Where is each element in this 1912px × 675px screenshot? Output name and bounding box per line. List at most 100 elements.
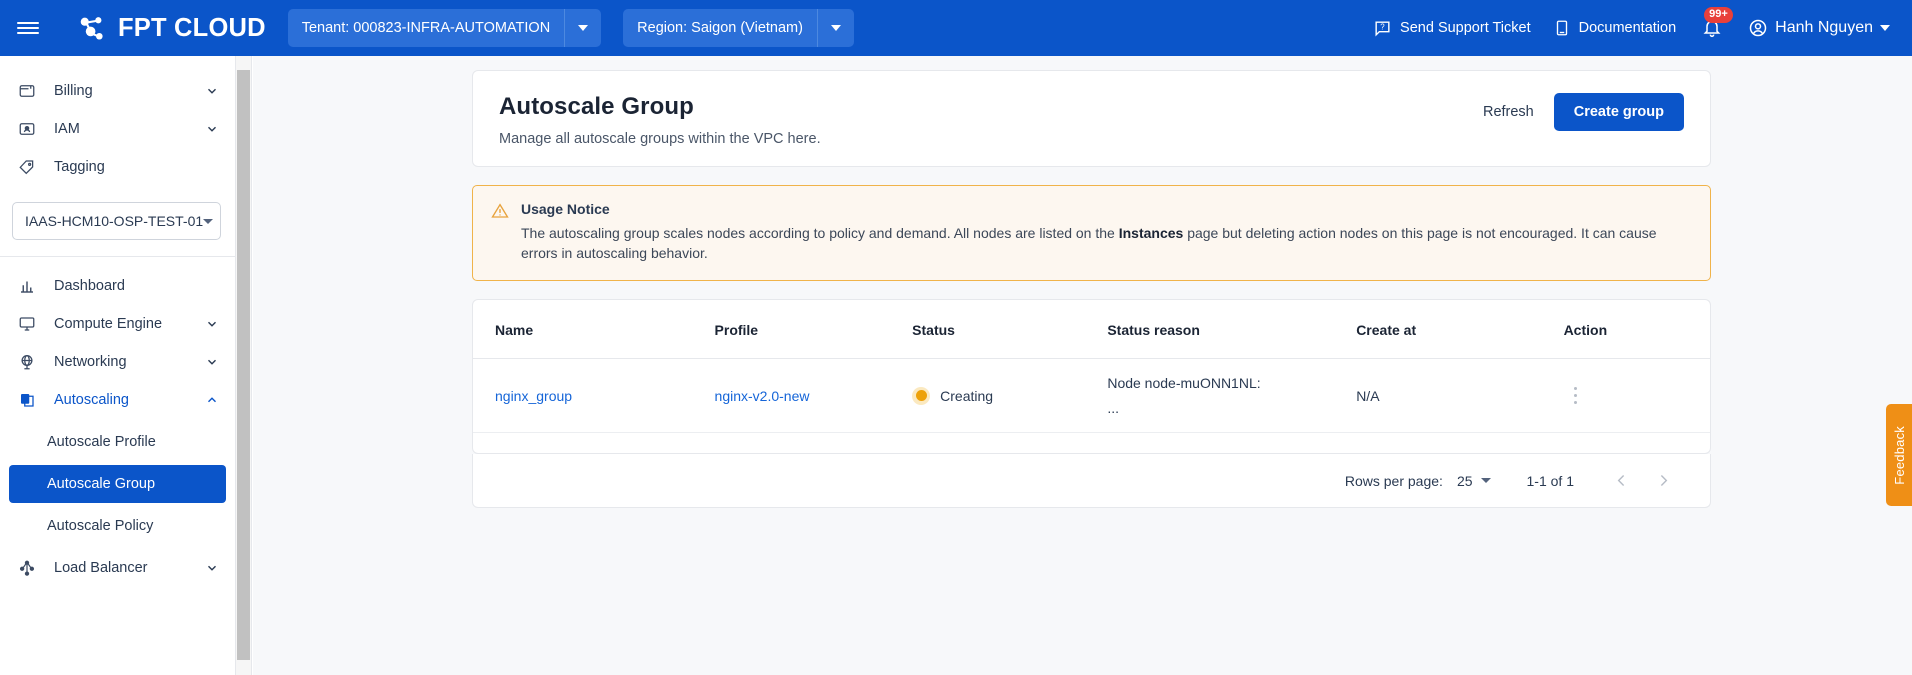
load-balancer-icon (18, 558, 40, 578)
column-header-name: Name (473, 300, 715, 359)
chevron-up-icon (205, 393, 219, 407)
tag-icon (18, 157, 40, 177)
feedback-tab-button[interactable]: Feedback (1886, 404, 1912, 506)
notification-count-badge: 99+ (1704, 7, 1733, 23)
top-header-bar: FPT CLOUD Tenant: 000823-INFRA-AUTOMATIO… (0, 0, 1912, 56)
status-label: Creating (940, 388, 993, 404)
documentation-button[interactable]: Documentation (1553, 19, 1677, 37)
profile-link[interactable]: nginx-v2.0-new (715, 388, 810, 404)
sidebar-item-autoscale-group[interactable]: Autoscale Group (9, 465, 226, 503)
next-page-button[interactable] (1642, 460, 1684, 502)
dashboard-icon (18, 276, 40, 296)
refresh-button[interactable]: Refresh (1479, 98, 1538, 126)
chevron-right-icon (1655, 472, 1672, 489)
cell-status-reason: Node node-muONN1NL: ... (1107, 359, 1356, 433)
sidebar-item-label: Billing (54, 83, 205, 99)
brand-logo[interactable]: FPT CLOUD (78, 13, 266, 44)
documentation-label: Documentation (1579, 20, 1677, 36)
support-question-icon: ? (1373, 19, 1392, 38)
sidebar-item-autoscaling[interactable]: Autoscaling (0, 381, 235, 419)
fpt-cloud-logo-icon (78, 13, 109, 44)
previous-page-button[interactable] (1600, 460, 1642, 502)
chevron-left-icon (1613, 472, 1630, 489)
svg-text:?: ? (1380, 22, 1385, 31)
table-row: nginx_group nginx-v2.0-new Creating Node… (473, 359, 1710, 433)
user-avatar-icon (1748, 18, 1768, 38)
group-name-link[interactable]: nginx_group (495, 388, 572, 404)
column-header-status-reason: Status reason (1107, 300, 1356, 359)
sidebar-item-billing[interactable]: Billing (0, 72, 235, 110)
sidebar-item-label: IAM (54, 121, 205, 137)
sidebar-item-iam[interactable]: IAM (0, 110, 235, 148)
column-header-create-at: Create at (1356, 300, 1563, 359)
sidebar-divider (0, 256, 235, 257)
status-dot-icon (912, 387, 930, 405)
autoscale-group-table: Name Profile Status Status reason Create… (473, 300, 1710, 433)
sidebar-item-compute-engine[interactable]: Compute Engine (0, 305, 235, 343)
sidebar-item-autoscale-profile[interactable]: Autoscale Profile (9, 423, 226, 461)
rows-per-page-label: Rows per page: (1345, 473, 1443, 489)
column-header-profile: Profile (715, 300, 913, 359)
sidebar-item-load-balancer[interactable]: Load Balancer (0, 549, 235, 587)
chevron-down-icon (203, 219, 213, 224)
sidebar-item-label: Networking (54, 354, 205, 370)
tenant-selector-label: Tenant: 000823-INFRA-AUTOMATION (302, 20, 550, 36)
chevron-down-icon (205, 317, 219, 331)
chevron-down-icon (565, 9, 601, 47)
chevron-down-icon (205, 84, 219, 98)
usage-notice-content: Usage Notice The autoscaling group scale… (521, 201, 1692, 264)
notifications-button[interactable]: 99+ (1698, 18, 1726, 38)
feedback-label: Feedback (1892, 426, 1907, 485)
document-icon (1553, 19, 1571, 37)
vpc-selector[interactable]: IAAS-HCM10-OSP-TEST-01 (12, 202, 221, 240)
send-support-ticket-button[interactable]: ? Send Support Ticket (1373, 19, 1531, 38)
cell-name: nginx_group (473, 359, 715, 433)
sidebar-item-dashboard[interactable]: Dashboard (0, 267, 235, 305)
iam-icon (18, 119, 40, 139)
vpc-selector-value: IAAS-HCM10-OSP-TEST-01 (25, 213, 203, 229)
kebab-menu-icon[interactable] (1564, 387, 1588, 405)
tenant-selector[interactable]: Tenant: 000823-INFRA-AUTOMATION (288, 9, 601, 47)
table-body: nginx_group nginx-v2.0-new Creating Node… (473, 359, 1710, 433)
sidebar-item-label: Autoscaling (54, 392, 205, 408)
page-header-actions: Refresh Create group (1479, 93, 1684, 131)
table-header-row: Name Profile Status Status reason Create… (473, 300, 1710, 359)
sidebar-scrollbar-track[interactable] (236, 56, 252, 675)
sidebar-navigation: Billing IAM Tagging IAAS-HCM10-OSP-TEST- (0, 56, 236, 675)
user-menu[interactable]: Hanh Nguyen (1748, 18, 1890, 38)
usage-notice-emphasis: Instances (1119, 225, 1184, 241)
billing-icon (18, 81, 40, 101)
autoscaling-icon (18, 390, 40, 410)
table-header: Name Profile Status Status reason Create… (473, 300, 1710, 359)
chevron-down-icon (1880, 25, 1890, 31)
sidebar-item-label: Compute Engine (54, 316, 205, 332)
sidebar-item-networking[interactable]: Networking (0, 343, 235, 381)
sidebar-item-label: Tagging (54, 159, 219, 175)
table-pagination: Rows per page: 25 1-1 of 1 (472, 454, 1711, 508)
status-badge: Creating (912, 387, 1107, 405)
region-selector[interactable]: Region: Saigon (Vietnam) (623, 9, 854, 47)
usage-notice-text-before: The autoscaling group scales nodes accor… (521, 225, 1119, 241)
sidebar-scrollbar-thumb[interactable] (237, 70, 250, 660)
cell-status: Creating (912, 359, 1107, 433)
autoscale-group-table-card: Name Profile Status Status reason Create… (472, 299, 1711, 454)
rows-per-page-selector[interactable]: 25 (1457, 473, 1491, 489)
create-group-button[interactable]: Create group (1554, 93, 1684, 131)
rows-per-page-value: 25 (1457, 473, 1473, 489)
chevron-down-icon (205, 355, 219, 369)
usage-notice-banner: Usage Notice The autoscaling group scale… (472, 185, 1711, 281)
hamburger-menu-icon[interactable] (0, 0, 56, 56)
sidebar-item-tagging[interactable]: Tagging (0, 148, 235, 186)
top-header-actions: ? Send Support Ticket Documentation 99+ (1373, 18, 1912, 38)
main-content-area: Autoscale Group Manage all autoscale gro… (253, 56, 1912, 675)
sidebar-item-label: Dashboard (54, 278, 219, 294)
cell-action (1564, 359, 1710, 433)
chevron-down-icon (205, 561, 219, 575)
cell-create-at: N/A (1356, 359, 1563, 433)
cell-profile: nginx-v2.0-new (715, 359, 913, 433)
status-reason-line-1: Node node-muONN1NL: (1107, 375, 1356, 391)
send-support-ticket-label: Send Support Ticket (1400, 20, 1531, 36)
column-header-status: Status (912, 300, 1107, 359)
chevron-down-icon (818, 9, 854, 47)
sidebar-item-autoscale-policy[interactable]: Autoscale Policy (9, 507, 226, 545)
